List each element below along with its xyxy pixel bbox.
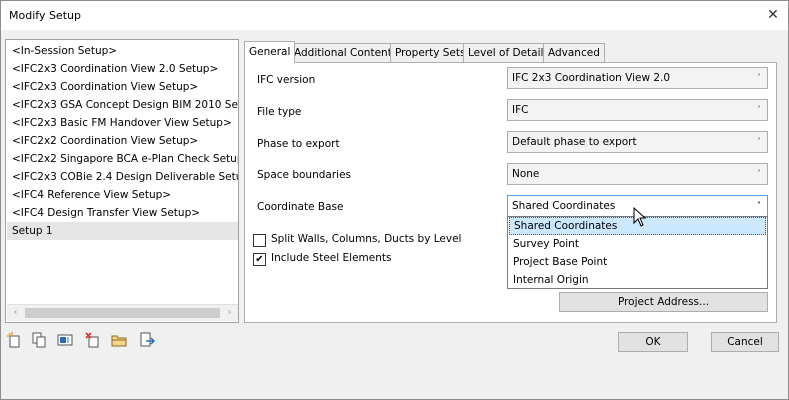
rename-setup-icon[interactable] [57,332,73,348]
tab-level-of-detail[interactable]: Level of Detail [463,43,549,62]
phase-value: Default phase to export [512,136,637,148]
setup-item[interactable]: <IFC2x3 Coordination View Setup> [7,78,238,96]
tab-general[interactable]: General [244,41,296,63]
option-survey-point[interactable]: Survey Point [509,235,766,253]
chevron-down-icon: ˅ [757,137,761,146]
horizontal-scrollbar[interactable]: ‹ › [7,304,238,321]
file-type-label: File type [257,106,302,118]
setup-item[interactable]: <IFC2x3 Coordination View 2.0 Setup> [7,60,238,78]
split-walls-check-box[interactable] [253,234,266,247]
space-boundaries-select[interactable]: None ˅ [507,163,768,185]
mouse-pointer-icon [633,207,647,227]
setup-item[interactable]: <IFC2x2 Coordination View Setup> [7,132,238,150]
split-walls-label: Split Walls, Columns, Ducts by Level [271,233,462,245]
setup-item[interactable]: <In-Session Setup> [7,42,238,60]
coordinate-base-value: Shared Coordinates [512,200,616,212]
phase-label: Phase to export [257,138,340,150]
scroll-left-icon[interactable]: ‹ [7,305,24,321]
option-internal-origin[interactable]: Internal Origin [509,271,766,289]
export-setup-icon[interactable] [139,332,155,348]
ifc-version-label: IFC version [257,74,316,86]
file-type-value: IFC [512,104,529,116]
scroll-thumb[interactable] [25,308,220,318]
tab-additional-content[interactable]: Additional Content [289,43,397,62]
dialog-title: Modify Setup [9,9,81,22]
tab-advanced[interactable]: Advanced [543,43,605,62]
ok-button[interactable]: OK [618,332,688,352]
chevron-down-icon: ˅ [757,105,761,114]
phase-select[interactable]: Default phase to export ˅ [507,131,768,153]
close-icon[interactable]: ✕ [762,3,784,27]
include-steel-label: Include Steel Elements [271,252,392,264]
project-address-button[interactable]: Project Address... [559,292,768,312]
coordinate-base-label: Coordinate Base [257,201,344,213]
title-bar: Modify Setup ✕ [1,1,788,30]
ifc-version-select[interactable]: IFC 2x3 Coordination View 2.0 ˅ [507,67,768,89]
delete-setup-icon[interactable] [85,332,101,348]
tab-property-sets[interactable]: Property Sets [390,43,471,62]
setup-item[interactable]: <IFC2x3 COBie 2.4 Design Deliverable Set… [7,168,238,186]
duplicate-setup-icon[interactable] [31,332,47,348]
import-setup-icon[interactable] [111,332,127,348]
setup-item[interactable]: <IFC4 Reference View Setup> [7,186,238,204]
setup-item[interactable]: <IFC2x3 GSA Concept Design BIM 2010 Setu… [7,96,238,114]
file-type-select[interactable]: IFC ˅ [507,99,768,121]
setup-item[interactable]: <IFC4 Design Transfer View Setup> [7,204,238,222]
cancel-button[interactable]: Cancel [711,332,779,352]
setup-item[interactable]: <IFC2x3 Basic FM Handover View Setup> [7,114,238,132]
space-boundaries-value: None [512,168,540,180]
chevron-down-icon: ˅ [757,201,761,210]
include-steel-check-box[interactable]: ✔ [253,253,266,266]
space-boundaries-label: Space boundaries [257,169,351,181]
option-project-base-point[interactable]: Project Base Point [509,253,766,271]
setup-list[interactable]: <In-Session Setup> <IFC2x3 Coordination … [5,39,239,323]
ifc-version-value: IFC 2x3 Coordination View 2.0 [512,72,671,84]
setup-item[interactable]: <IFC2x2 Singapore BCA e-Plan Check Setup… [7,150,238,168]
chevron-down-icon: ˅ [757,73,761,82]
setup-item-selected[interactable]: Setup 1 [7,222,238,240]
scroll-right-icon[interactable]: › [221,305,238,321]
new-setup-icon[interactable] [7,332,23,348]
modify-setup-dialog: Modify Setup ✕ <In-Session Setup> <IFC2x… [0,0,789,400]
chevron-down-icon: ˅ [757,169,761,178]
